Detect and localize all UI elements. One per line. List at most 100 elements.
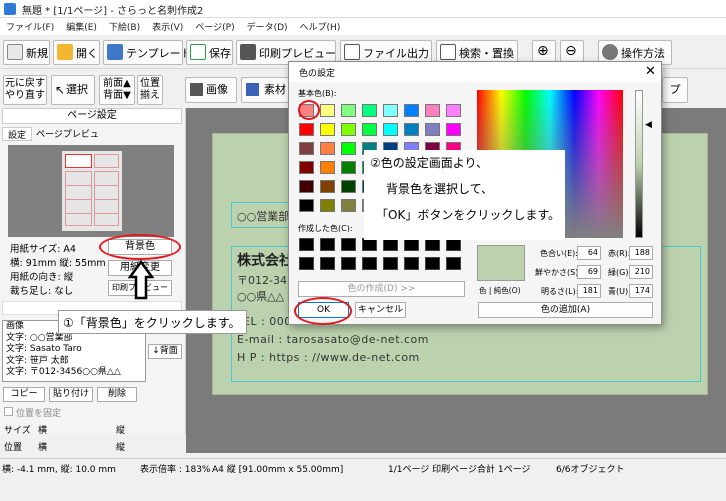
custom-color-slot[interactable] xyxy=(320,238,335,251)
save-label: 保存 xyxy=(209,47,231,60)
basic-color-swatch[interactable] xyxy=(299,180,314,193)
custom-color-slot[interactable] xyxy=(320,257,335,270)
basic-color-swatch[interactable] xyxy=(320,142,335,155)
cancel-button[interactable]: キャンセル xyxy=(355,302,406,318)
basic-color-swatch[interactable] xyxy=(341,142,356,155)
page-info: 1/1ページ 印刷ページ合計 1ページ xyxy=(388,465,531,475)
hue-label: 色合い(E): xyxy=(540,249,578,258)
open-button[interactable]: 開く xyxy=(53,40,100,65)
basic-color-swatch[interactable] xyxy=(425,123,440,136)
position-v-label: 縦 xyxy=(116,443,126,453)
layer-item[interactable]: 文字: ○○営業部 xyxy=(6,333,145,345)
copy-button[interactable]: コピー xyxy=(3,387,45,402)
custom-color-slot[interactable] xyxy=(383,257,398,270)
undo-label[interactable]: 元に戻す xyxy=(4,78,46,90)
custom-color-slot[interactable] xyxy=(299,238,314,251)
paste-button[interactable]: 貼り付け xyxy=(49,387,93,402)
menu-bar: ファイル(F) 編集(E) 下絵(B) 表示(V) ページ(P) データ(D) ヘルプ(H) xyxy=(0,18,726,35)
cursor-coords: 横: -4.1 mm, 縦: 10.0 mm xyxy=(2,465,116,475)
save-button[interactable]: 保存 xyxy=(186,40,233,65)
basic-color-swatch[interactable] xyxy=(404,104,419,117)
delete-button[interactable]: 削除 xyxy=(97,387,137,402)
menu-help[interactable]: ヘルプ(H) xyxy=(294,18,347,33)
custom-color-slot[interactable] xyxy=(341,238,356,251)
red-input[interactable]: 188 xyxy=(629,246,653,260)
basic-color-swatch[interactable] xyxy=(320,199,335,212)
basic-color-swatch[interactable] xyxy=(341,104,356,117)
luminance-slider[interactable] xyxy=(635,90,643,238)
basic-color-swatch[interactable] xyxy=(383,123,398,136)
custom-color-slot[interactable] xyxy=(446,257,461,270)
thumbnail-card xyxy=(94,154,119,168)
new-button[interactable]: 新規 xyxy=(3,40,50,65)
custom-color-slot[interactable] xyxy=(299,257,314,270)
basic-color-swatch[interactable] xyxy=(299,123,314,136)
card-email: E-mail : tarosasato@de-net.com xyxy=(237,333,429,346)
material-button[interactable]: 素材 xyxy=(241,77,289,103)
menu-view[interactable]: 表示(V) xyxy=(146,18,189,33)
menu-data[interactable]: データ(D) xyxy=(241,18,294,33)
custom-color-slot[interactable] xyxy=(404,257,419,270)
blue-input[interactable]: 174 xyxy=(629,284,653,298)
card-website: H P : https : //www.de-net.com xyxy=(237,351,420,364)
basic-color-swatch[interactable] xyxy=(299,161,314,174)
close-icon[interactable]: ✕ xyxy=(645,64,656,79)
basic-color-swatch[interactable] xyxy=(404,123,419,136)
menu-file[interactable]: ファイル(F) xyxy=(0,18,60,33)
define-custom-button[interactable]: 色の作成(D) >> xyxy=(298,281,465,297)
menu-edit[interactable]: 編集(E) xyxy=(60,18,103,33)
position-align-button[interactable]: 位置 揃え xyxy=(137,75,163,105)
thumbnail-sheet xyxy=(62,151,122,231)
title-bar: 無題 * [1/1ページ] - さらっと名刺作成2 xyxy=(0,0,726,18)
basic-color-swatch[interactable] xyxy=(299,142,314,155)
basic-color-swatch[interactable] xyxy=(362,104,377,117)
basic-color-swatch[interactable] xyxy=(341,123,356,136)
basic-color-swatch[interactable] xyxy=(341,161,356,174)
custom-color-slot[interactable] xyxy=(425,257,440,270)
layer-item[interactable]: 文字: Sasato Taro xyxy=(6,344,145,356)
basic-color-swatch[interactable] xyxy=(299,199,314,212)
front-back-button[interactable]: 前面▲ 背面▼ xyxy=(99,75,135,105)
luminance-arrow-icon[interactable]: ◀ xyxy=(645,120,652,130)
custom-color-slot[interactable] xyxy=(362,257,377,270)
basic-color-swatch[interactable] xyxy=(446,104,461,117)
fix-position-checkbox[interactable] xyxy=(4,407,13,416)
basic-color-swatch[interactable] xyxy=(341,199,356,212)
undo-redo-button[interactable]: 元に戻す やり直す xyxy=(3,75,47,105)
basic-color-swatch[interactable] xyxy=(320,180,335,193)
basic-color-swatch[interactable] xyxy=(362,123,377,136)
menu-page[interactable]: ページ(P) xyxy=(189,18,240,33)
back-label[interactable]: 背面▼ xyxy=(100,90,134,102)
select-button[interactable]: ↖ 選択 xyxy=(51,75,95,105)
template-button[interactable]: テンプレート xyxy=(103,40,192,65)
frame-button[interactable]: プ xyxy=(662,77,688,103)
send-back-button[interactable]: ↓背面 xyxy=(148,344,182,359)
basic-color-swatch[interactable] xyxy=(341,180,356,193)
image-button[interactable]: 画像 xyxy=(185,77,237,103)
basic-color-swatch[interactable] xyxy=(320,104,335,117)
tab-page-preview[interactable]: ページプレビュー xyxy=(34,127,104,153)
custom-color-slot[interactable] xyxy=(341,257,356,270)
menu-underlay[interactable]: 下絵(B) xyxy=(103,18,146,33)
status-bar: 横: -4.1 mm, 縦: 10.0 mm 表示倍率 : 183% A4 縦 … xyxy=(0,458,726,501)
front-label[interactable]: 前面▲ xyxy=(100,78,134,90)
lum-input[interactable]: 181 xyxy=(577,284,601,298)
sat-input[interactable]: 69 xyxy=(577,265,601,279)
basic-color-swatch[interactable] xyxy=(446,123,461,136)
new-label: 新規 xyxy=(26,47,48,60)
hue-input[interactable]: 64 xyxy=(577,246,601,260)
highlight-bg-button-ring xyxy=(99,234,181,260)
basic-color-swatch[interactable] xyxy=(320,123,335,136)
basic-color-swatch[interactable] xyxy=(425,104,440,117)
basic-color-swatch[interactable] xyxy=(320,161,335,174)
layer-item[interactable]: 文字: 笹戸 太郎 xyxy=(6,356,145,368)
basic-color-swatch[interactable] xyxy=(383,104,398,117)
green-label: 緑(G): xyxy=(608,268,632,277)
tab-settings[interactable]: 設定 xyxy=(2,127,32,141)
object-count: 6/6オブジェクト xyxy=(556,465,625,475)
add-custom-color-button[interactable]: 色の追加(A) xyxy=(478,302,653,318)
redo-label[interactable]: やり直す xyxy=(4,90,46,102)
size-label: サイズ xyxy=(4,426,31,436)
green-input[interactable]: 210 xyxy=(629,265,653,279)
layer-item[interactable]: 文字: 〒012-3456○○県△△ xyxy=(6,367,145,379)
